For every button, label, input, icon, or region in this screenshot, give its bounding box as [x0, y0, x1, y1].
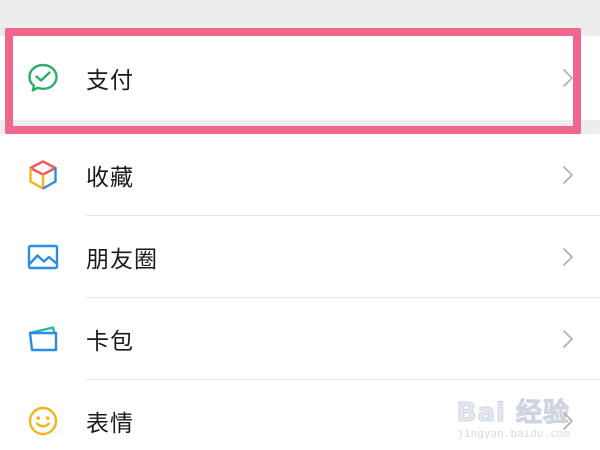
menu-item-moments-label: 朋友圈 [86, 247, 158, 273]
menu-item-card-wallet-label: 卡包 [86, 329, 134, 355]
menu-item-card-wallet[interactable]: 卡包 [0, 298, 600, 380]
menu-item-favorites[interactable]: 收藏 [0, 134, 600, 216]
menu-item-favorites-label: 收藏 [86, 165, 134, 191]
pay-group: 支付 [0, 36, 600, 120]
features-group: 收藏 朋友圈 卡包 表情 [0, 134, 600, 450]
chevron-right-icon [563, 248, 573, 266]
smiley-face-icon [25, 403, 61, 439]
wechat-pay-icon [25, 60, 61, 96]
favorites-cube-icon [25, 157, 61, 193]
chevron-right-icon [563, 69, 573, 87]
me-settings-screen: 支付 收藏 朋友圈 卡包 表情 Bai 经验 jingyan.baidu.com [0, 0, 600, 450]
chevron-right-icon [563, 166, 573, 184]
chevron-right-icon [563, 330, 573, 348]
menu-item-pay[interactable]: 支付 [0, 36, 600, 120]
menu-item-pay-label: 支付 [86, 68, 134, 94]
menu-item-stickers[interactable]: 表情 [0, 380, 600, 450]
chevron-right-icon [563, 412, 573, 430]
moments-picture-icon [25, 239, 61, 275]
card-wallet-icon [25, 321, 61, 357]
menu-item-stickers-label: 表情 [86, 411, 134, 437]
menu-item-moments[interactable]: 朋友圈 [0, 216, 600, 298]
